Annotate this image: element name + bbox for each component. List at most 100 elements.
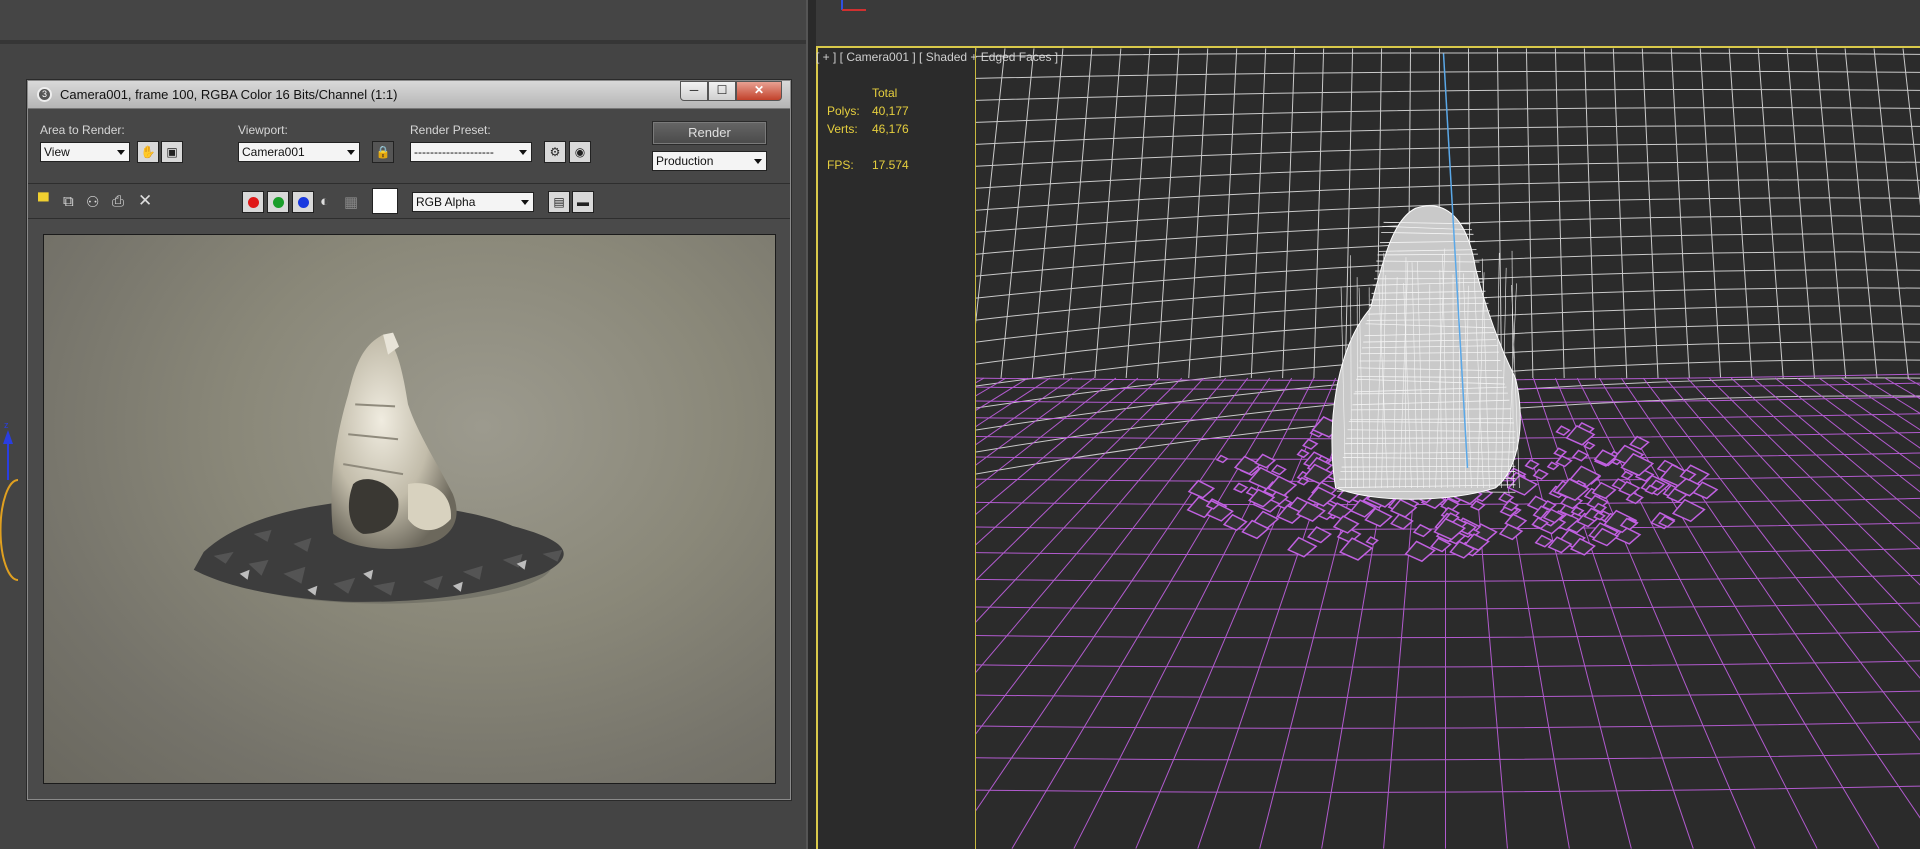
rubble-shard [1469,500,1486,511]
toggle-ui-overlay-icon[interactable]: ▤ [548,191,570,213]
render-button[interactable]: Render [652,121,767,145]
blue-channel-icon [298,197,309,208]
wall-grid-line [1699,48,1722,379]
floor-grid-line [1620,377,1920,819]
rubble-shard [1404,540,1436,563]
rubble-shard [1583,441,1596,450]
render-preset-dropdown[interactable]: -------------------- [410,142,532,162]
left-top-viewport-strip [0,0,806,40]
floor-grid-line [1862,377,1920,414]
render-preset-label: Render Preset: [410,123,491,137]
floor-grid-line [976,377,1073,446]
floor-grid-line [1686,377,1920,628]
mono-icon[interactable]: ▦ [344,193,358,211]
floor-grid-line [976,574,1920,583]
area-to-render-dropdown[interactable]: View [40,142,130,162]
rubble-shard [1390,513,1414,530]
rubble-shard [1620,470,1634,480]
minimize-button[interactable]: ─ [680,81,708,101]
wireframe-scene [975,48,1920,849]
floor-grid-line [976,377,1029,411]
close-button[interactable]: ✕ [736,81,782,101]
area-to-render-value: View [44,145,70,159]
print-icon[interactable]: ⎙ [112,193,124,210]
viewport-value: Camera001 [242,145,305,159]
blue-channel-toggle[interactable] [292,191,314,213]
lock-icon[interactable]: 🔒 [372,141,394,163]
viewport-divider[interactable] [806,0,816,849]
floor-grid-line [976,377,985,384]
floor-grid-line [976,377,1183,581]
wall-grid-line [976,143,1920,167]
floor-grid-line [976,660,1920,668]
floor-grid-line [1730,377,1920,550]
wall-grid-line [1670,48,1690,379]
viewport-statistics: Total Polys: 40,177 Verts: 46,176 FPS: 17.5… [827,84,909,174]
channel-display-value: RGB Alpha [416,195,476,209]
render-toolbar: Area to Render: View ✋ ▣ Viewport: Camer… [28,109,790,219]
window-titlebar[interactable]: 3 Camera001, frame 100, RGBA Color 16 Bi… [28,81,790,109]
toolbar-divider [28,183,790,184]
alpha-channel-icon[interactable]: ◐ [320,193,329,210]
save-icon[interactable]: ▀ [38,193,49,210]
wall-grid-line [1554,48,1565,379]
chevron-down-icon [347,150,355,155]
rubble-shard [1524,459,1540,470]
clear-icon[interactable]: ✕ [138,191,152,211]
channel-display-dropdown[interactable]: RGB Alpha [412,192,534,212]
axis-gizmo-icon: z [0,420,19,581]
viewport-dropdown[interactable]: Camera001 [238,142,360,162]
production-value: Production [656,154,714,168]
window-controls: ─ ☐ ✕ [680,81,782,101]
clone-icon[interactable]: ⚇ [86,193,99,211]
production-dropdown[interactable]: Production [652,151,767,171]
auto-region-icon[interactable]: ▣ [161,141,183,163]
top-viewport-strip [816,0,1920,45]
wall-grid-line [1313,48,1325,379]
floor-grid-line [976,377,1249,735]
wall-grid-line [1344,48,1354,379]
wall-grid-line [1525,48,1534,379]
wall-grid-line [1786,48,1815,379]
environment-icon[interactable]: ◉ [569,141,591,163]
floor-grid-line [1840,377,1920,431]
wall-grid-line [1125,48,1151,379]
edit-region-icon[interactable]: ✋ [137,141,159,163]
red-channel-icon [248,197,259,208]
viewport-label: Viewport: [238,123,288,137]
wall-grid-line [1156,48,1180,379]
verts-label: Verts: [827,122,858,136]
chevron-down-icon [519,150,527,155]
wall-grid-line [1902,48,1920,206]
app-logo-icon: 3 [37,87,52,102]
floor-grid-line [976,690,1920,698]
floor-grid-line [1774,377,1920,493]
rubble-shard [1302,438,1319,450]
fps-label: FPS: [827,158,854,172]
floor-grid-line [1818,377,1920,449]
floor-grid-line [1796,377,1920,470]
wall-grid-line [976,70,1920,79]
stats-header: Total [872,86,898,100]
wall-grid-line [1873,48,1909,379]
rubble-shard [1287,536,1318,558]
rubble-shard [1270,464,1287,476]
color-swatch[interactable] [372,188,398,214]
toggle-ui-icon[interactable]: ▬ [572,191,594,213]
green-channel-icon [273,197,284,208]
rubble-shard [1187,479,1216,499]
rubble-shard [1498,492,1515,504]
wall-grid-line [1219,48,1238,379]
wall-grid-line [1641,48,1659,379]
render-setup-icon[interactable]: ⚙ [544,141,566,163]
floor-grid-line [976,377,1051,428]
toolbar-bottom-divider [28,218,790,219]
maximize-button[interactable]: ☐ [708,81,736,101]
wall-grid-line [1094,48,1122,379]
wall-grid-line [976,179,1920,211]
copy-icon[interactable]: ⧉ [63,193,74,210]
red-channel-toggle[interactable] [242,191,264,213]
rubble-shard [1532,468,1549,480]
polys-label: Polys: [827,104,860,118]
green-channel-toggle[interactable] [267,191,289,213]
